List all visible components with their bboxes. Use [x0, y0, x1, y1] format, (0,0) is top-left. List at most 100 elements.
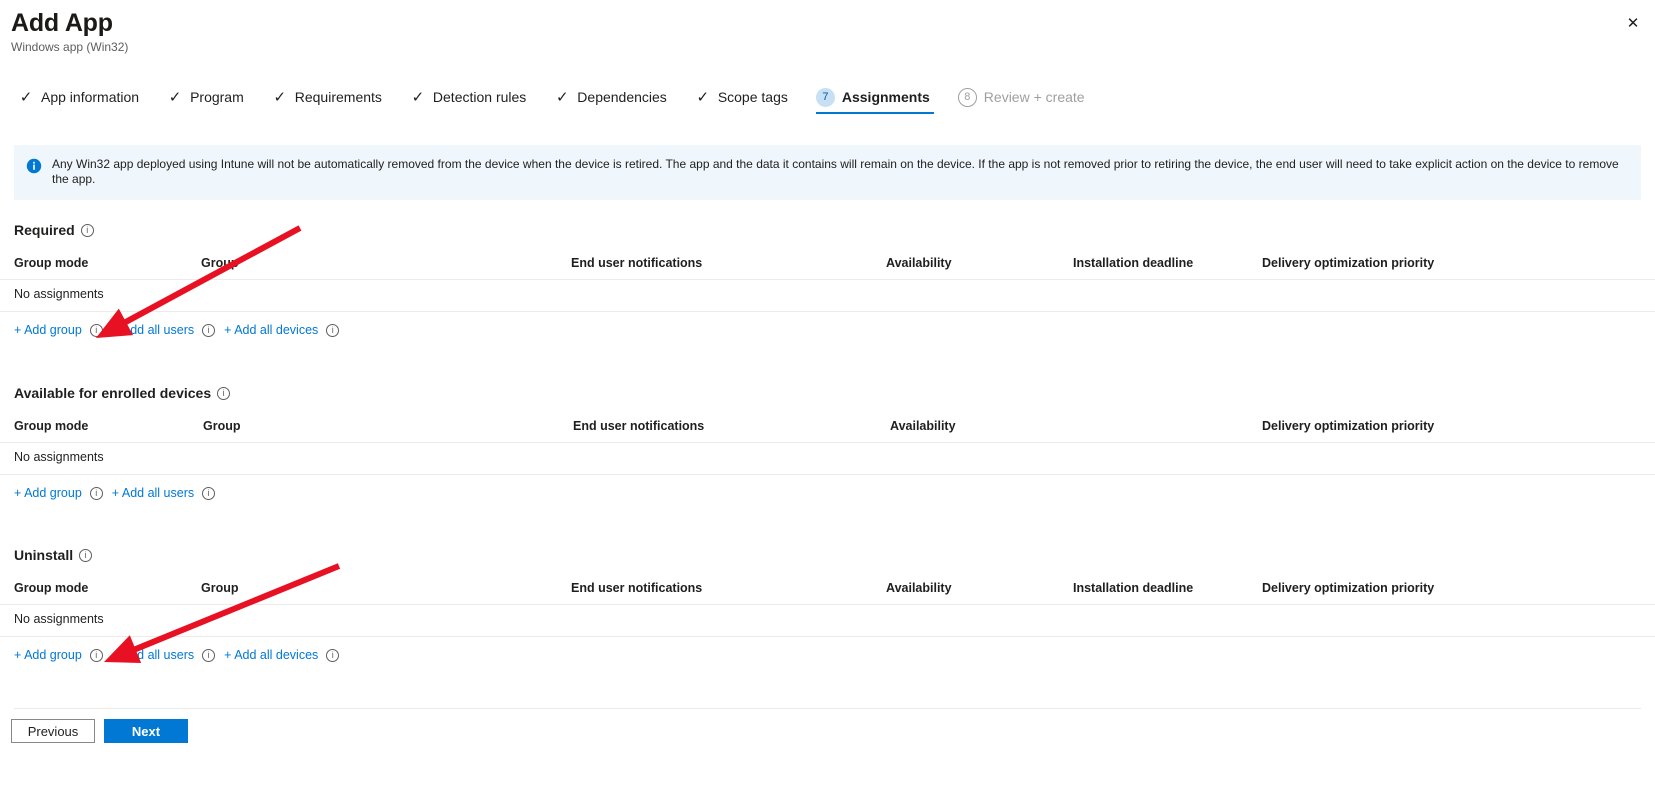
section-title-label: Available for enrolled devices	[14, 385, 211, 401]
check-icon: ✓	[695, 90, 711, 105]
column-header: Group	[201, 581, 239, 595]
column-header: End user notifications	[571, 256, 702, 270]
column-header: Delivery optimization priority	[1262, 256, 1434, 270]
action-group: + Add all devices i	[221, 647, 339, 663]
previous-button[interactable]: Previous	[11, 719, 95, 743]
column-header: Delivery optimization priority	[1262, 581, 1434, 595]
wizard-step-assignments[interactable]: 7 Assignments	[812, 80, 938, 114]
action-group: + Add group i	[11, 485, 103, 501]
no-assignments-text: No assignments	[14, 612, 104, 626]
assignments-table-required: Group mode Group End user notifications Ava…	[0, 252, 1655, 312]
page-title: Add App	[11, 8, 1639, 38]
wizard-step-label: Requirements	[295, 89, 382, 105]
add-all-devices-link[interactable]: + Add all devices	[221, 647, 321, 663]
info-icon[interactable]: i	[202, 487, 215, 500]
action-group: + Add group i	[11, 322, 103, 338]
column-header: Delivery optimization priority	[1262, 419, 1434, 433]
wizard-steps: ✓App information✓Program✓Requirements✓De…	[0, 80, 1655, 116]
add-group-link[interactable]: + Add group	[11, 485, 85, 501]
add-all-users-link[interactable]: + Add all users	[109, 647, 197, 663]
blade-header: Add App Windows app (Win32)	[0, 0, 1655, 62]
info-icon[interactable]: i	[202, 649, 215, 662]
section-title-uninstall: Uninstall i	[0, 547, 1655, 563]
add-group-link[interactable]: + Add group	[11, 322, 85, 338]
column-header: Installation deadline	[1073, 581, 1193, 595]
action-group: + Add all users i	[109, 485, 215, 501]
next-button[interactable]: Next	[104, 719, 188, 743]
step-number-badge: 7	[816, 88, 835, 107]
wizard-step-label: Dependencies	[577, 89, 667, 105]
check-icon: ✓	[554, 90, 570, 105]
action-group: + Add all devices i	[221, 322, 339, 338]
section-actions-required: + Add groupi+ Add all usersi+ Add all de…	[0, 312, 1655, 338]
info-icon[interactable]: i	[202, 324, 215, 337]
footer-divider	[14, 708, 1641, 709]
column-header: Installation deadline	[1073, 256, 1193, 270]
wizard-step-detection-rules[interactable]: ✓ Detection rules	[406, 80, 534, 114]
wizard-step-label: Assignments	[842, 89, 930, 105]
info-icon[interactable]: i	[90, 487, 103, 500]
column-header: End user notifications	[571, 581, 702, 595]
info-icon[interactable]: i	[326, 324, 339, 337]
check-icon: ✓	[18, 90, 34, 105]
wizard-step-requirements[interactable]: ✓Requirements	[268, 80, 390, 114]
section-title-required: Required i	[0, 222, 1655, 238]
wizard-step-review-create: 8 Review + create	[954, 80, 1093, 114]
add-all-users-link[interactable]: + Add all users	[109, 322, 197, 338]
section-required: Required i Group mode Group End user notific…	[0, 222, 1655, 338]
check-icon: ✓	[410, 90, 426, 105]
assignments-table-available-for-enrolled-devices: Group mode Group End user notifications Ava…	[0, 415, 1655, 475]
table-header-row: Group mode Group End user notifications Ava…	[0, 415, 1655, 443]
check-icon: ✓	[167, 90, 183, 105]
action-group: + Add all users i	[109, 647, 215, 663]
section-uninstall: Uninstall i Group mode Group End user notifi…	[0, 547, 1655, 663]
no-assignments-text: No assignments	[14, 450, 104, 464]
wizard-step-app-information[interactable]: ✓ App information	[14, 80, 147, 114]
section-title-label: Required	[14, 222, 75, 238]
wizard-step-label: Detection rules	[433, 89, 526, 105]
assignments-table-uninstall: Group mode Group End user notifications Ava…	[0, 577, 1655, 637]
section-title-label: Uninstall	[14, 547, 73, 563]
wizard-step-program[interactable]: ✓Program	[163, 80, 252, 114]
wizard-step-label: App information	[41, 89, 139, 105]
table-header-row: Group mode Group End user notifications Ava…	[0, 577, 1655, 605]
add-all-devices-link[interactable]: + Add all devices	[221, 322, 321, 338]
wizard-step-dependencies[interactable]: ✓ Dependencies	[550, 80, 675, 114]
column-header: Availability	[886, 581, 952, 595]
column-header: Availability	[890, 419, 956, 433]
section-title-available-for-enrolled-devices: Available for enrolled devices i	[0, 385, 1655, 401]
info-icon[interactable]: i	[326, 649, 339, 662]
info-icon[interactable]: i	[90, 649, 103, 662]
info-icon[interactable]: i	[217, 387, 230, 400]
close-icon[interactable]: ✕	[1617, 7, 1649, 39]
wizard-step-label: Review + create	[984, 89, 1085, 105]
info-icon[interactable]: i	[79, 549, 92, 562]
add-group-link[interactable]: + Add group	[11, 647, 85, 663]
wizard-step-label: Scope tags	[718, 89, 788, 105]
action-group: + Add all users i	[109, 322, 215, 338]
step-number-badge: 8	[958, 88, 977, 107]
section-available-for-enrolled-devices: Available for enrolled devices i Group mod…	[0, 385, 1655, 501]
info-banner: Any Win32 app deployed using Intune will…	[14, 145, 1641, 200]
column-header: Group mode	[14, 419, 88, 433]
section-actions-available-for-enrolled-devices: + Add group i + Add all users i	[0, 475, 1655, 501]
column-header: Group	[203, 419, 241, 433]
column-header: End user notifications	[573, 419, 704, 433]
column-header: Group	[201, 256, 239, 270]
no-assignments-text: No assignments	[14, 287, 104, 301]
page-subtitle: Windows app (Win32)	[11, 39, 1639, 55]
table-header-row: Group mode Group End user notifications Ava…	[0, 252, 1655, 280]
table-row-empty: No assignments	[0, 280, 1655, 312]
add-all-users-link[interactable]: + Add all users	[109, 485, 197, 501]
table-row-empty: No assignments	[0, 443, 1655, 475]
info-icon[interactable]: i	[90, 324, 103, 337]
table-row-empty: No assignments	[0, 605, 1655, 637]
section-actions-uninstall: + Add groupi+ Add all usersi+ Add all de…	[0, 637, 1655, 663]
wizard-step-scope-tags[interactable]: ✓ Scope tags	[691, 80, 796, 114]
action-group: + Add group i	[11, 647, 103, 663]
info-icon[interactable]: i	[81, 224, 94, 237]
column-header: Availability	[886, 256, 952, 270]
info-icon	[26, 158, 42, 174]
column-header: Group mode	[14, 256, 88, 270]
column-header: Group mode	[14, 581, 88, 595]
